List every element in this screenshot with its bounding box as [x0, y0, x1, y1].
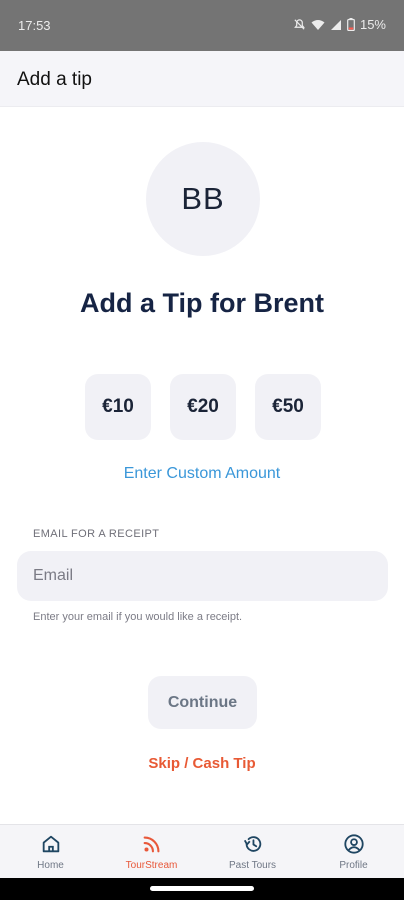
page-title: Add a tip: [17, 69, 92, 90]
tip-amount-50-button[interactable]: €50: [255, 374, 321, 440]
email-label: EMAIL FOR A RECEIPT: [33, 528, 160, 540]
history-icon: [242, 833, 264, 855]
nav-label-profile: Profile: [339, 860, 368, 871]
rss-icon: [141, 833, 163, 855]
app-header: Add a tip: [0, 51, 404, 107]
nav-label-tourstream: TourStream: [125, 860, 178, 871]
avatar: BB: [146, 142, 260, 256]
battery-percent: 15%: [359, 17, 386, 32]
skip-cash-tip-link[interactable]: Skip / Cash Tip: [0, 755, 404, 772]
nav-label-past-tours: Past Tours: [228, 860, 277, 871]
tip-amount-20-button[interactable]: €20: [170, 374, 236, 440]
continue-button[interactable]: Continue: [148, 676, 257, 729]
tip-title: Add a Tip for Brent: [79, 288, 324, 318]
tip-amount-options: €10 €20 €50: [85, 374, 321, 440]
status-time: 17:53: [18, 18, 51, 33]
mute-icon: [293, 18, 306, 31]
custom-amount-link[interactable]: Enter Custom Amount: [0, 465, 404, 483]
home-gesture-handle[interactable]: [150, 886, 254, 891]
status-icons: 15%: [293, 17, 386, 32]
nav-label-home: Home: [37, 860, 64, 871]
profile-icon: [343, 833, 365, 855]
signal-icon: [330, 19, 342, 31]
nav-item-profile[interactable]: Profile: [303, 825, 404, 878]
nav-item-tourstream[interactable]: TourStream: [101, 825, 202, 878]
status-bar: 17:53 15%: [0, 0, 404, 51]
nav-item-past-tours[interactable]: Past Tours: [202, 825, 303, 878]
tip-amount-10-button[interactable]: €10: [85, 374, 151, 440]
bottom-nav: Home TourStream Past Tours Profile: [0, 824, 404, 878]
wifi-icon: [311, 19, 325, 31]
battery-icon: [347, 18, 355, 31]
email-field[interactable]: [17, 551, 388, 601]
nav-item-home[interactable]: Home: [0, 825, 101, 878]
home-icon: [40, 833, 62, 855]
email-help-text: Enter your email if you would like a rec…: [33, 611, 243, 623]
